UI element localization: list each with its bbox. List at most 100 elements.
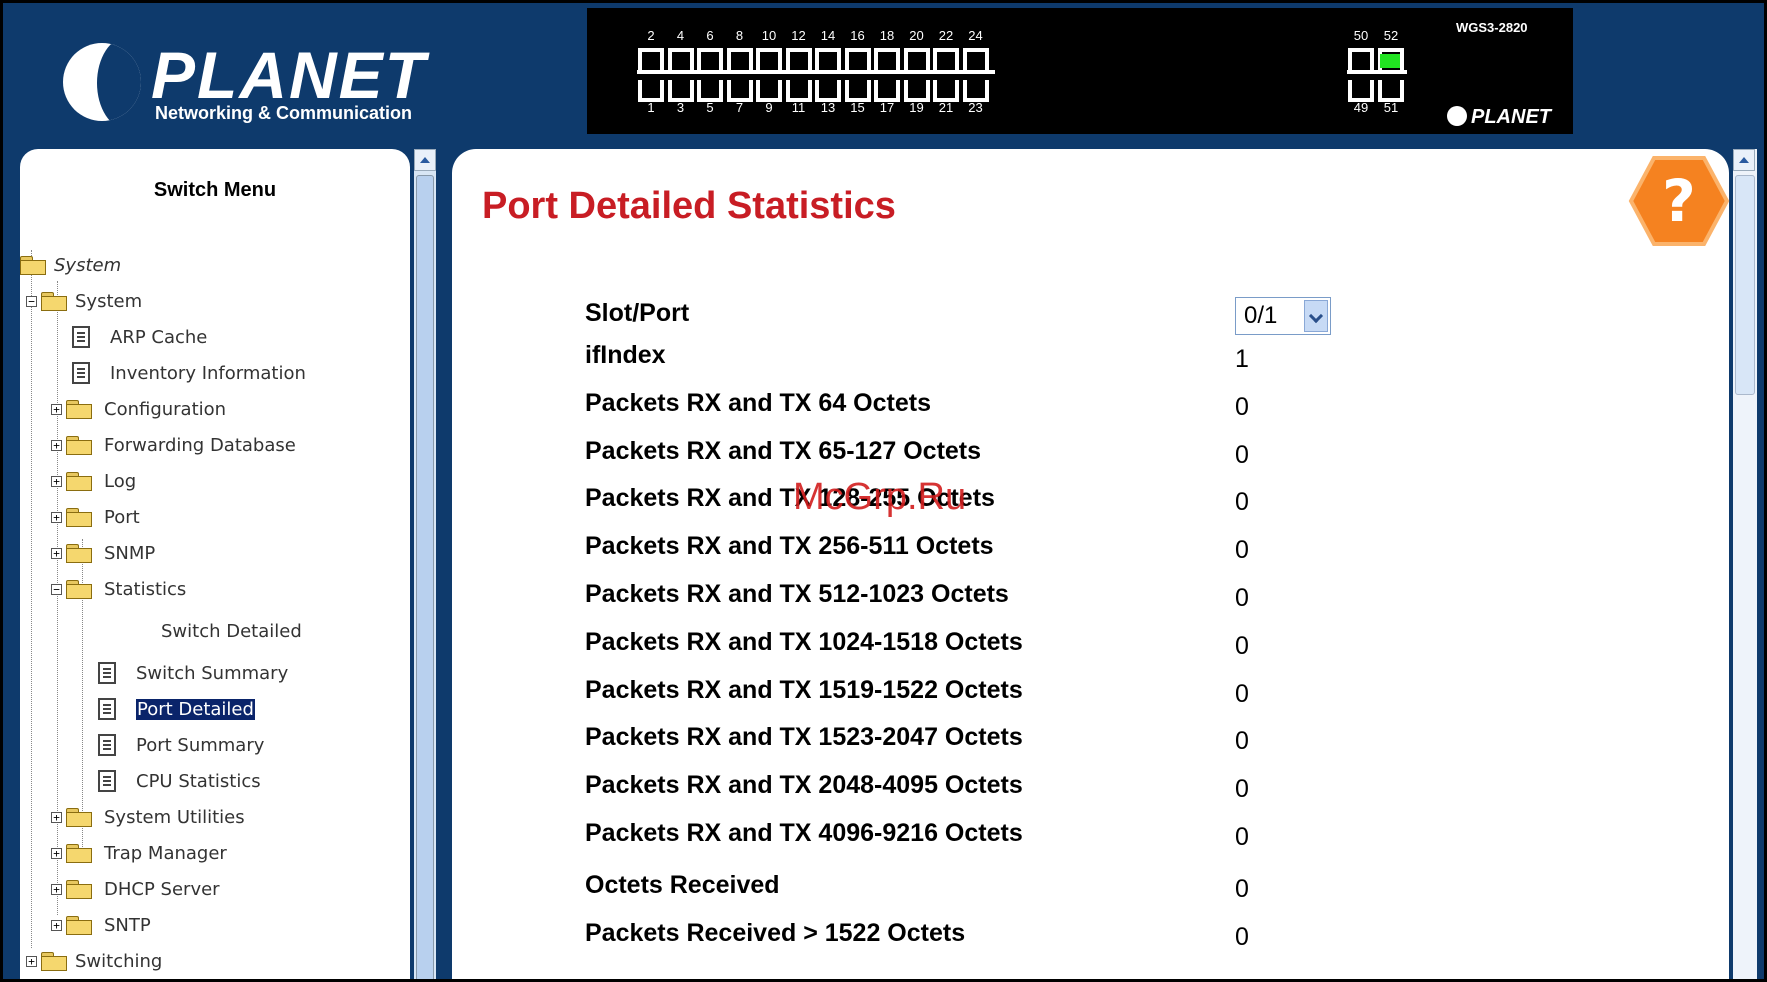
menu-item-switch-detailed[interactable]: Switch Detailed bbox=[153, 616, 302, 646]
expand-icon[interactable]: + bbox=[51, 811, 62, 823]
menu-item-cpu-statistics[interactable]: CPU Statistics bbox=[98, 766, 261, 796]
menu-item-snmp[interactable]: + SNMP bbox=[51, 538, 155, 568]
menu-item-label: Switching bbox=[75, 950, 163, 972]
scroll-up-arrow-icon[interactable] bbox=[1733, 149, 1755, 171]
port-number-label: 13 bbox=[820, 100, 836, 115]
menu-item-arp-cache[interactable]: ARP Cache bbox=[72, 322, 207, 352]
expand-icon[interactable]: + bbox=[26, 955, 37, 967]
stat-label: Packets Received > 1522 Octets bbox=[585, 919, 966, 947]
ethernet-port-icon bbox=[667, 48, 694, 70]
expand-icon[interactable]: + bbox=[51, 439, 62, 451]
port-number-label: 18 bbox=[879, 28, 895, 43]
menu-item-log[interactable]: + Log bbox=[51, 466, 136, 496]
port-divider bbox=[637, 70, 995, 74]
menu-item-inventory-information[interactable]: Inventory Information bbox=[72, 358, 306, 388]
ethernet-port-icon bbox=[962, 80, 989, 102]
menu-root-system[interactable]: System bbox=[20, 250, 121, 280]
sfp-port-number-label: 52 bbox=[1383, 28, 1399, 43]
ethernet-port-icon bbox=[756, 80, 782, 102]
port-number-label: 22 bbox=[938, 28, 954, 43]
port-number-label: 16 bbox=[850, 28, 865, 43]
menu-item-dhcp-server[interactable]: + DHCP Server bbox=[51, 874, 220, 904]
menu-item-port-summary[interactable]: Port Summary bbox=[98, 730, 264, 760]
menu-item-label: CPU Statistics bbox=[136, 770, 261, 792]
ethernet-port-icon bbox=[874, 80, 900, 102]
collapse-icon[interactable]: − bbox=[26, 295, 37, 307]
menu-scrollbar[interactable] bbox=[414, 149, 436, 979]
menu-item-configuration[interactable]: + Configuration bbox=[51, 394, 226, 424]
menu-item-system-utilities[interactable]: + System Utilities bbox=[51, 802, 245, 832]
stat-value: 0 bbox=[1235, 584, 1249, 612]
menu-item-label: Log bbox=[104, 470, 137, 492]
scroll-up-arrow-icon[interactable] bbox=[414, 149, 436, 171]
menu-item-port[interactable]: + Port bbox=[51, 502, 140, 532]
port-number-label: 21 bbox=[938, 100, 954, 115]
port-number-label: 1 bbox=[647, 100, 655, 115]
folder-icon bbox=[66, 472, 92, 491]
stat-value: 0 bbox=[1235, 680, 1249, 708]
slot-port-select[interactable]: 0/1 bbox=[1235, 297, 1331, 335]
ethernet-port-icon bbox=[815, 80, 841, 102]
expand-icon[interactable]: + bbox=[51, 883, 62, 895]
menu-tree: System − System ARP Cache Inventory Info… bbox=[20, 149, 410, 979]
port-number-label: 5 bbox=[706, 100, 714, 115]
page-icon bbox=[72, 362, 90, 384]
folder-icon bbox=[20, 256, 46, 275]
port-link-led bbox=[1380, 54, 1400, 68]
menu-item-system[interactable]: − System bbox=[26, 286, 142, 316]
content-scrollbar[interactable] bbox=[1733, 149, 1757, 979]
menu-scroll-thumb[interactable] bbox=[416, 175, 434, 979]
page-icon bbox=[98, 770, 116, 792]
page-icon bbox=[98, 734, 116, 756]
sfp-port-number-label: 51 bbox=[1383, 100, 1399, 115]
menu-item-switch-summary[interactable]: Switch Summary bbox=[98, 658, 288, 688]
collapse-icon[interactable]: − bbox=[51, 583, 62, 595]
menu-item-label: Forwarding Database bbox=[104, 434, 296, 456]
menu-item-label: System bbox=[75, 290, 143, 312]
ethernet-port-icon bbox=[933, 48, 959, 70]
slot-port-value: 0/1 bbox=[1244, 302, 1278, 329]
ethernet-port-icon bbox=[726, 48, 753, 70]
menu-item-forwarding-database[interactable]: + Forwarding Database bbox=[51, 430, 296, 460]
stat-value: 0 bbox=[1235, 488, 1249, 516]
menu-item-switching[interactable]: + Switching bbox=[26, 946, 162, 976]
switch-menu-panel: Switch Menu System − System ARP Cache In… bbox=[20, 149, 410, 979]
app-window: PLANET Networking & Communication 214365… bbox=[0, 0, 1767, 982]
ethernet-port-icon bbox=[785, 80, 812, 102]
stat-label: Packets RX and TX 65-127 Octets bbox=[585, 437, 982, 465]
stat-value: 0 bbox=[1235, 727, 1249, 755]
expand-icon[interactable]: + bbox=[51, 847, 62, 859]
menu-item-trap-manager[interactable]: + Trap Manager bbox=[51, 838, 227, 868]
ethernet-port-icon bbox=[697, 48, 723, 70]
stat-value: 0 bbox=[1235, 923, 1249, 951]
stat-label: Packets RX and TX 256-511 Octets bbox=[585, 532, 994, 560]
menu-item-statistics[interactable]: − Statistics bbox=[51, 574, 186, 604]
tree-guide-line bbox=[31, 250, 32, 948]
expand-icon[interactable]: + bbox=[51, 919, 62, 931]
panel-model-name: WGS3-2820 bbox=[1456, 20, 1528, 35]
menu-item-label: Switch Detailed bbox=[161, 620, 302, 642]
expand-icon[interactable]: + bbox=[51, 511, 62, 523]
ethernet-port-icon bbox=[638, 48, 664, 70]
expand-icon[interactable]: + bbox=[51, 403, 62, 415]
content-scroll-thumb[interactable] bbox=[1735, 175, 1755, 395]
port-number-label: 19 bbox=[909, 100, 924, 115]
slot-port-label: Slot/Port bbox=[585, 299, 690, 327]
stat-value: 0 bbox=[1235, 823, 1249, 851]
menu-item-port-detailed[interactable]: Port Detailed bbox=[98, 694, 255, 724]
stat-label: Packets RX and TX 512-1023 Octets bbox=[585, 580, 1009, 608]
menu-item-label: Port Detailed bbox=[136, 698, 255, 720]
menu-item-label: Port bbox=[104, 506, 140, 528]
menu-item-sntp[interactable]: + SNTP bbox=[51, 910, 151, 940]
expand-icon[interactable]: + bbox=[51, 475, 62, 487]
expand-icon[interactable]: + bbox=[51, 547, 62, 559]
sfp-port-number-label: 50 bbox=[1353, 28, 1369, 43]
chevron-down-icon[interactable] bbox=[1304, 300, 1328, 332]
folder-icon bbox=[66, 880, 92, 899]
brand-name: PLANET bbox=[151, 38, 427, 112]
help-icon[interactable]: ? bbox=[1628, 155, 1730, 247]
stat-value: 0 bbox=[1235, 875, 1249, 903]
folder-icon bbox=[66, 400, 92, 419]
ethernet-port-icon bbox=[756, 48, 782, 70]
planet-logo: PLANET Networking & Communication bbox=[59, 38, 425, 129]
